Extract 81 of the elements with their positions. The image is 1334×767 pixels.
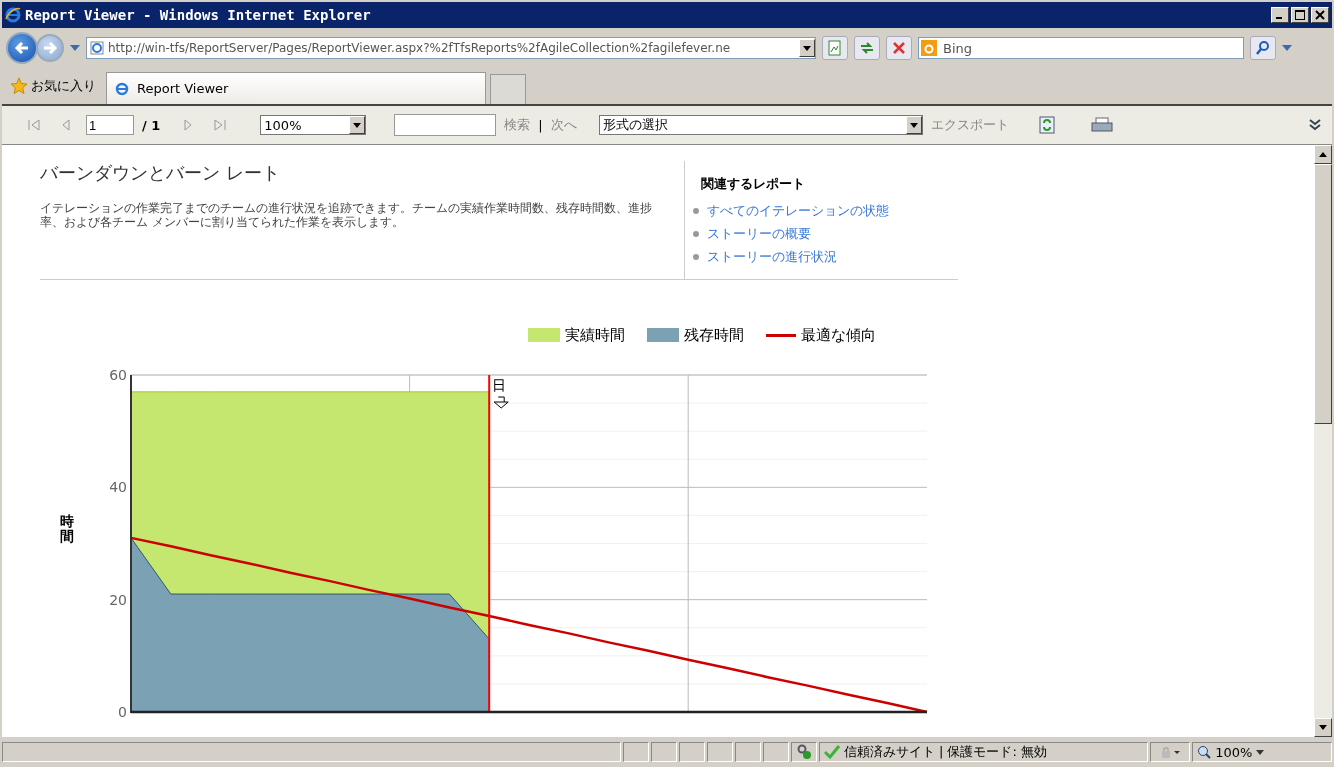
down-arrow-icon — [1319, 725, 1327, 730]
minimize-button[interactable] — [1271, 7, 1289, 23]
down-arrow-icon — [493, 396, 509, 409]
vertical-scrollbar[interactable] — [1314, 145, 1332, 737]
report-title: バーンダウンとバーン レート — [40, 161, 281, 185]
refresh-button[interactable] — [854, 36, 880, 60]
scroll-down-button[interactable] — [1314, 718, 1332, 737]
find-field[interactable] — [394, 114, 497, 136]
report-description: イテレーションの作業完了までのチームの進行状況を追跡できます。チームの実績作業時間数、残存時間数、進捗率、および各チーム メンバーに割り当てられた作業を表示します。 — [40, 201, 653, 230]
related-reports-heading: 関連するレポート — [701, 175, 806, 193]
address-field[interactable]: http://win-tfs/ReportServer/Pages/ReportViewer.aspx?%2fTfsReports%2fAgileCollection%2fagilefever.ne — [86, 37, 816, 59]
add-on-icon — [795, 744, 812, 760]
separator-text: | — [538, 117, 543, 133]
y-axis-label: 時間 — [60, 514, 74, 545]
up-arrow-icon — [1319, 152, 1327, 157]
first-page-icon[interactable] — [27, 119, 41, 131]
page-total: / 1 — [142, 117, 161, 133]
last-page-icon[interactable] — [213, 119, 228, 131]
dropdown-arrow-icon — [1256, 749, 1265, 755]
stop-button[interactable] — [886, 36, 912, 60]
magnifier-icon — [1197, 745, 1212, 759]
lock-icon — [1159, 745, 1182, 759]
status-bar-panel — [734, 742, 761, 762]
back-button[interactable] — [6, 32, 38, 64]
search-provider-icon — [921, 40, 937, 56]
close-icon — [1315, 10, 1325, 20]
page-number-field[interactable]: 1 — [86, 115, 134, 135]
dropdown-arrow-icon — [353, 122, 362, 128]
lock-button[interactable] — [1150, 742, 1191, 762]
browser-logo-icon — [115, 81, 129, 96]
new-tab-button[interactable] — [490, 74, 526, 104]
browser-logo-icon — [5, 7, 21, 23]
minimize-icon — [1276, 17, 1282, 19]
page-chart-icon — [827, 40, 843, 56]
legend-label: 残存時間 — [684, 325, 744, 345]
page-icon — [90, 41, 104, 55]
status-bar-panel — [678, 742, 705, 762]
legend-label: 最適な傾向 — [801, 325, 876, 345]
status-bar-panel — [762, 742, 789, 762]
related-report-link[interactable]: ストーリーの概要 — [707, 224, 811, 243]
check-icon — [823, 745, 840, 759]
zoom-dropdown[interactable]: 100% — [260, 115, 367, 135]
y-tick-label: 60 — [109, 367, 127, 383]
scroll-up-button[interactable] — [1314, 145, 1332, 164]
search-button[interactable] — [1250, 36, 1276, 60]
related-report-link[interactable]: すべてのイテレーションの状態 — [707, 201, 889, 220]
scroll-thumb[interactable] — [1314, 164, 1332, 424]
maximize-button[interactable] — [1291, 7, 1309, 23]
status-bar-panel — [651, 742, 677, 762]
forward-button[interactable] — [36, 34, 64, 62]
today-label: 日 — [492, 377, 507, 393]
star-icon — [10, 77, 28, 95]
format-dropdown[interactable]: 形式の選択 — [598, 115, 923, 135]
bullet-icon — [693, 230, 699, 237]
security-zone-status: 信頼済みサイト | 保護モード: 無効 — [818, 742, 1149, 762]
close-button[interactable] — [1311, 7, 1329, 23]
search-icon — [1255, 40, 1271, 56]
expand-chevron-icon[interactable] — [1308, 118, 1322, 132]
search-field[interactable]: Bing — [918, 37, 1244, 59]
maximize-icon — [1295, 10, 1305, 20]
refresh-icon — [859, 40, 875, 56]
bullet-icon — [693, 207, 699, 214]
bullet-icon — [693, 253, 699, 260]
window-title: Report Viewer - Windows Internet Explorer — [25, 7, 372, 23]
dropdown-arrow-icon[interactable] — [803, 45, 811, 51]
y-tick-label: 20 — [109, 591, 127, 608]
stop-icon — [891, 40, 907, 56]
browser-tab[interactable]: Report Viewer — [106, 72, 486, 104]
compatibility-button[interactable] — [822, 36, 848, 60]
refresh-report-icon[interactable] — [1038, 116, 1055, 134]
zoom-level-button[interactable]: 100% — [1192, 742, 1332, 762]
left-arrow-icon — [14, 41, 30, 55]
print-icon[interactable] — [1090, 117, 1113, 133]
y-tick-label: 40 — [109, 479, 127, 496]
y-tick-label: 0 — [118, 704, 127, 720]
dropdown-arrow-icon — [909, 122, 918, 128]
right-arrow-icon — [42, 41, 58, 55]
favorites-button[interactable]: お気に入り — [10, 77, 96, 95]
related-report-link[interactable]: ストーリーの進行状況 — [707, 247, 837, 266]
legend-label: 実績時間 — [565, 325, 625, 345]
status-bar-panel — [706, 742, 733, 762]
